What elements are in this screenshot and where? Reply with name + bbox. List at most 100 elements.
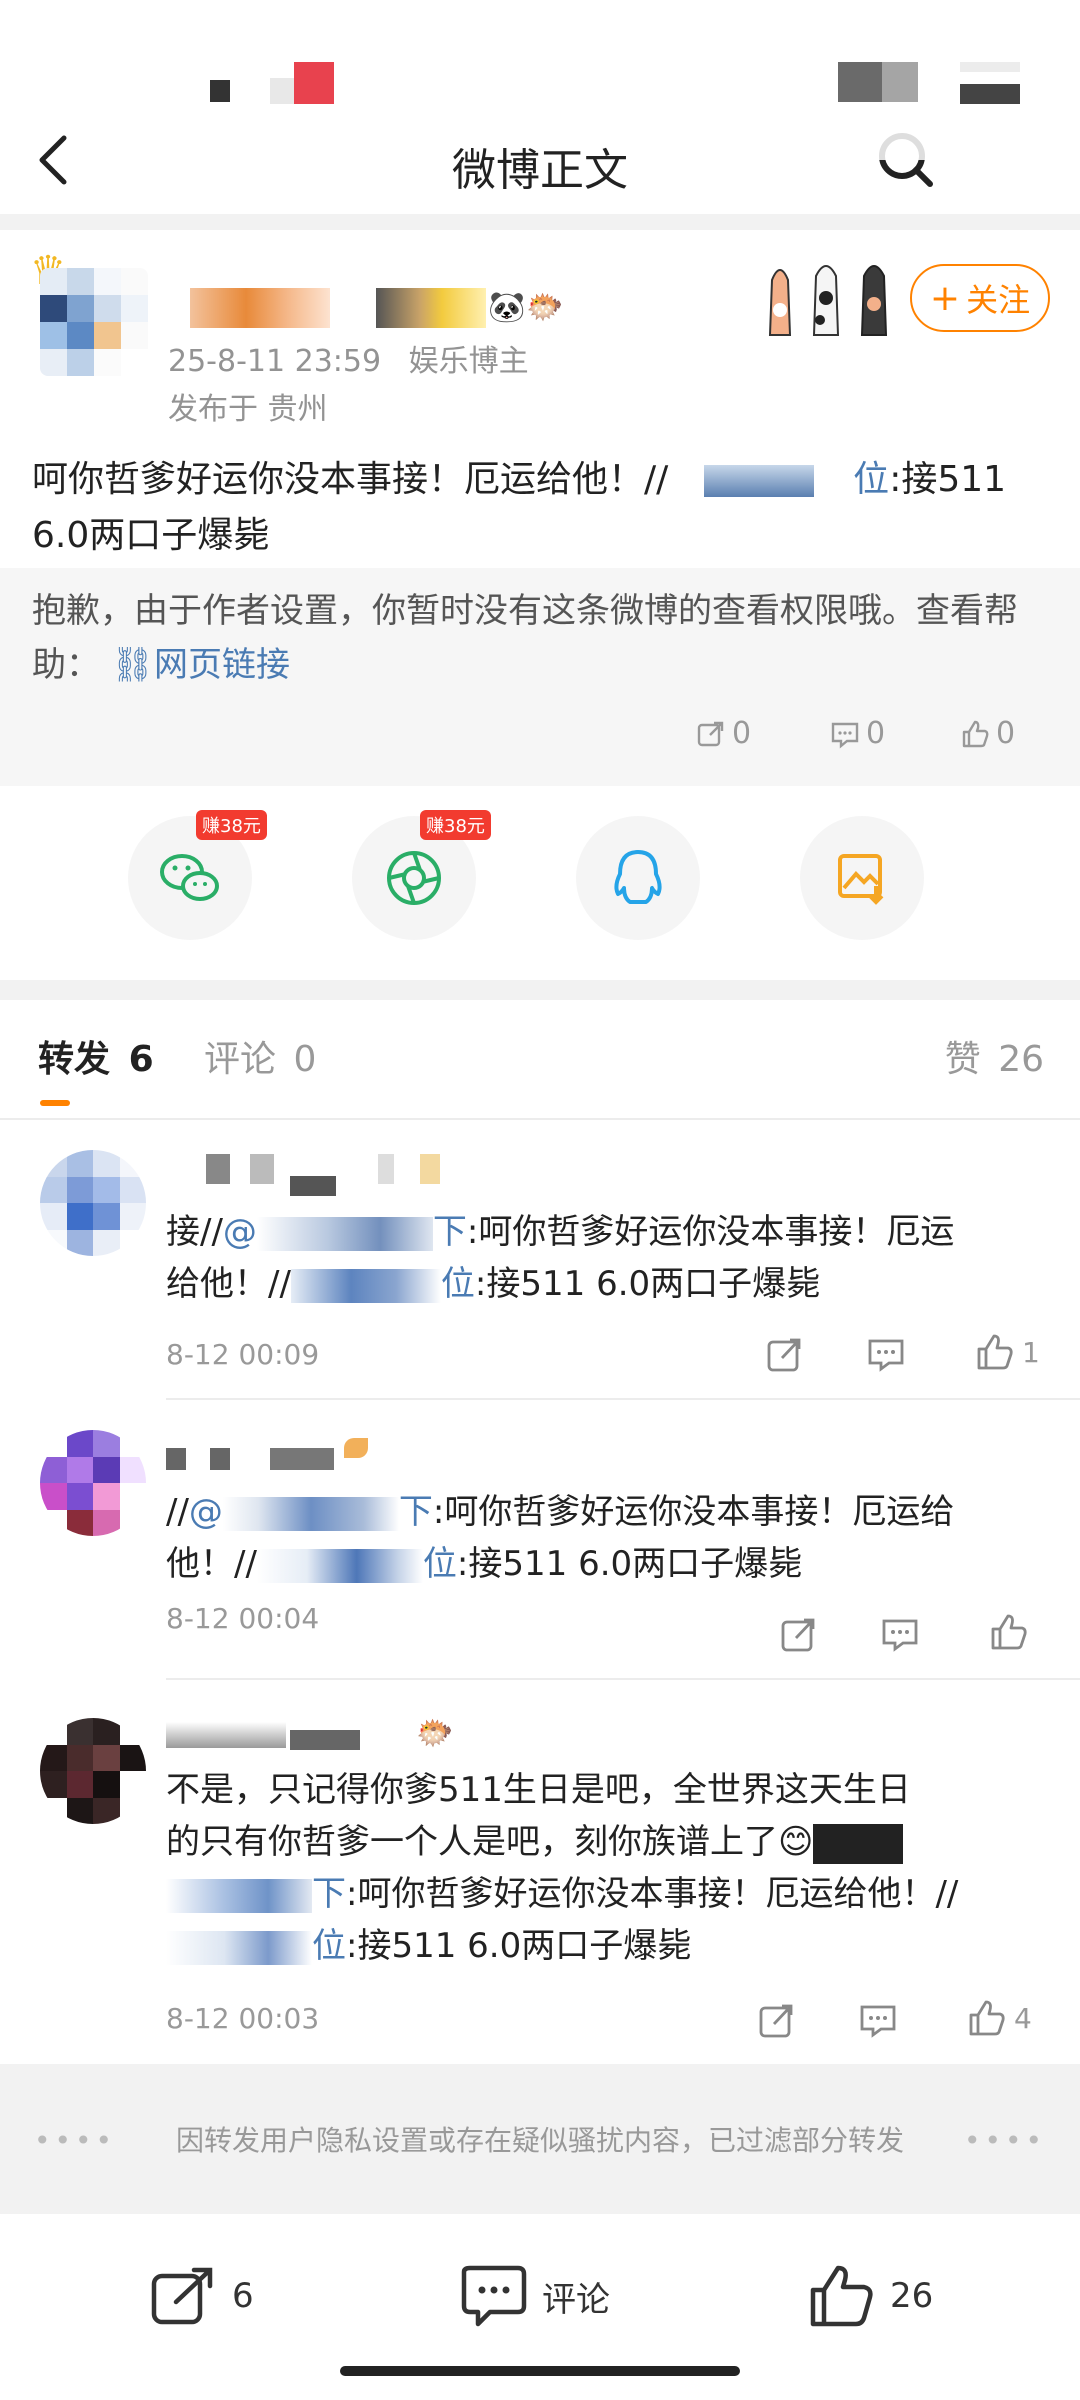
post-timestamp: 25-8-11 23:59: [168, 344, 382, 379]
tab-reposts[interactable]: 转发 6: [38, 1030, 154, 1082]
repost-icon: [767, 1338, 801, 1372]
link-icon: ⛓: [110, 645, 154, 685]
like-button[interactable]: [988, 1612, 1036, 1652]
mention-redacted[interactable]: [290, 1268, 441, 1303]
user-avatar[interactable]: [40, 1430, 146, 1536]
username-redacted: [420, 1154, 440, 1184]
like-button[interactable]: 4: [966, 1998, 1032, 2038]
mention-redacted[interactable]: [813, 1823, 904, 1864]
status-mosaic: [294, 62, 334, 104]
retweet-comment-stat[interactable]: 0: [830, 716, 885, 751]
web-link[interactable]: ⛓网页链接: [111, 645, 290, 685]
comment-icon: [868, 1339, 904, 1372]
follow-button[interactable]: + 关注: [910, 264, 1050, 332]
share-moments-button[interactable]: 赚38元: [352, 810, 491, 940]
status-mosaic: [882, 62, 918, 102]
earn-badge: 赚38元: [420, 810, 491, 840]
repost-time: 8-12 00:09: [166, 1338, 320, 1371]
author-badges-redacted: [376, 288, 486, 328]
mention-link[interactable]: 位: [312, 1926, 346, 1966]
mention-link[interactable]: @: [223, 1212, 257, 1252]
divider: [166, 1678, 1080, 1680]
home-indicator[interactable]: [340, 2366, 740, 2376]
like-button[interactable]: 1: [974, 1332, 1040, 1372]
comment-button[interactable]: [858, 2000, 898, 2040]
moments-icon: [387, 851, 441, 905]
share-row: 赚38元 赚38元: [0, 810, 1080, 940]
earn-badge: 赚38元: [196, 810, 267, 840]
username-redacted[interactable]: [166, 1722, 286, 1748]
repost-button[interactable]: [778, 1614, 818, 1654]
username-redacted[interactable]: [166, 1448, 186, 1470]
repost-time: 8-12 00:04: [166, 1602, 320, 1635]
status-mosaic: [270, 78, 294, 104]
user-avatar[interactable]: [40, 1150, 146, 1256]
username-redacted[interactable]: [206, 1154, 230, 1184]
post-location: 发布于 贵州: [168, 392, 328, 427]
retweet-like-stat[interactable]: 0: [960, 716, 1015, 751]
username-redacted: [290, 1730, 360, 1750]
mention-link[interactable]: 位: [853, 459, 889, 500]
mention-link[interactable]: 下: [312, 1874, 346, 1914]
thumbs-up-icon: [969, 2000, 1005, 2036]
mention-redacted[interactable]: [256, 1548, 423, 1583]
bottom-repost-button[interactable]: 6: [150, 2264, 254, 2328]
filter-notice-text: 因转发用户隐私设置或存在疑似骚扰内容，已过滤部分转发: [175, 2124, 904, 2157]
status-mosaic: [960, 62, 1020, 72]
paw-icon: [768, 265, 888, 336]
bottom-like-button[interactable]: 26: [808, 2264, 933, 2328]
thumbs-up-icon: [962, 720, 989, 747]
dots-decoration: ••••: [963, 2124, 1046, 2157]
mention-redacted[interactable]: [703, 465, 814, 497]
thumbs-up-icon: [810, 2265, 873, 2327]
username-redacted: [250, 1154, 274, 1184]
repost-button[interactable]: [756, 2000, 796, 2040]
status-mosaic: [960, 84, 1020, 104]
user-avatar[interactable]: [40, 1718, 146, 1824]
section-divider: [0, 214, 1080, 230]
comment-icon: [461, 2265, 527, 2327]
mention-redacted[interactable]: [166, 1930, 312, 1965]
repost-icon: [759, 2004, 793, 2038]
save-image-button[interactable]: [800, 816, 924, 940]
mention-redacted[interactable]: [166, 1878, 312, 1913]
mention-link[interactable]: 位: [441, 1264, 475, 1304]
mention-link[interactable]: 位: [423, 1544, 457, 1584]
thumbs-up-icon: [991, 1614, 1027, 1650]
username-redacted: [210, 1448, 230, 1470]
mention-redacted[interactable]: [222, 1496, 399, 1531]
status-mosaic: [210, 80, 230, 102]
author-avatar[interactable]: [40, 268, 148, 376]
username-redacted: [378, 1154, 394, 1184]
filter-notice: •••• 因转发用户隐私设置或存在疑似骚扰内容，已过滤部分转发 ••••: [0, 2064, 1080, 2214]
mention-link[interactable]: @: [189, 1492, 223, 1532]
repost-button[interactable]: [764, 1334, 804, 1374]
retweet-repost-stat[interactable]: 0: [696, 716, 751, 751]
tab-likes[interactable]: 赞 26: [945, 1030, 1044, 1082]
tab-comments[interactable]: 评论 0: [204, 1030, 316, 1082]
comment-button[interactable]: [866, 1334, 906, 1374]
follow-label: 关注: [966, 281, 1031, 319]
repost-icon: [151, 2267, 213, 2325]
comment-icon: [860, 2005, 896, 2038]
post-text: 呵你哲爹好运你没本事接！厄运给他！//: [32, 459, 669, 500]
repost-icon: [697, 721, 724, 746]
wechat-icon: [160, 854, 219, 901]
share-wechat-button[interactable]: 赚38元: [128, 810, 267, 940]
mention-redacted[interactable]: [256, 1216, 433, 1251]
save-image-icon: [838, 854, 884, 905]
panda-icon: 🐼: [488, 290, 526, 325]
comment-icon: [831, 722, 859, 749]
search-button[interactable]: [870, 130, 940, 194]
retweet-text: 抱歉，由于作者设置，你暂时没有这条微博的查看权限哦。查看帮助： ⛓网页链接: [32, 584, 1048, 692]
section-divider: [0, 980, 1080, 1000]
share-qq-button[interactable]: [576, 816, 700, 940]
author-name-redacted[interactable]: [190, 288, 330, 328]
repost-time: 8-12 00:03: [166, 2002, 320, 2035]
plus-icon: +: [929, 277, 961, 319]
nav-bar: 微博正文: [0, 110, 1080, 210]
comment-button[interactable]: [880, 1614, 920, 1654]
retweet-box[interactable]: 抱歉，由于作者设置，你暂时没有这条微博的查看权限哦。查看帮助： ⛓网页链接 0 …: [0, 568, 1080, 786]
bottom-comment-button[interactable]: 评论: [460, 2264, 610, 2328]
username-redacted: [290, 1176, 336, 1196]
